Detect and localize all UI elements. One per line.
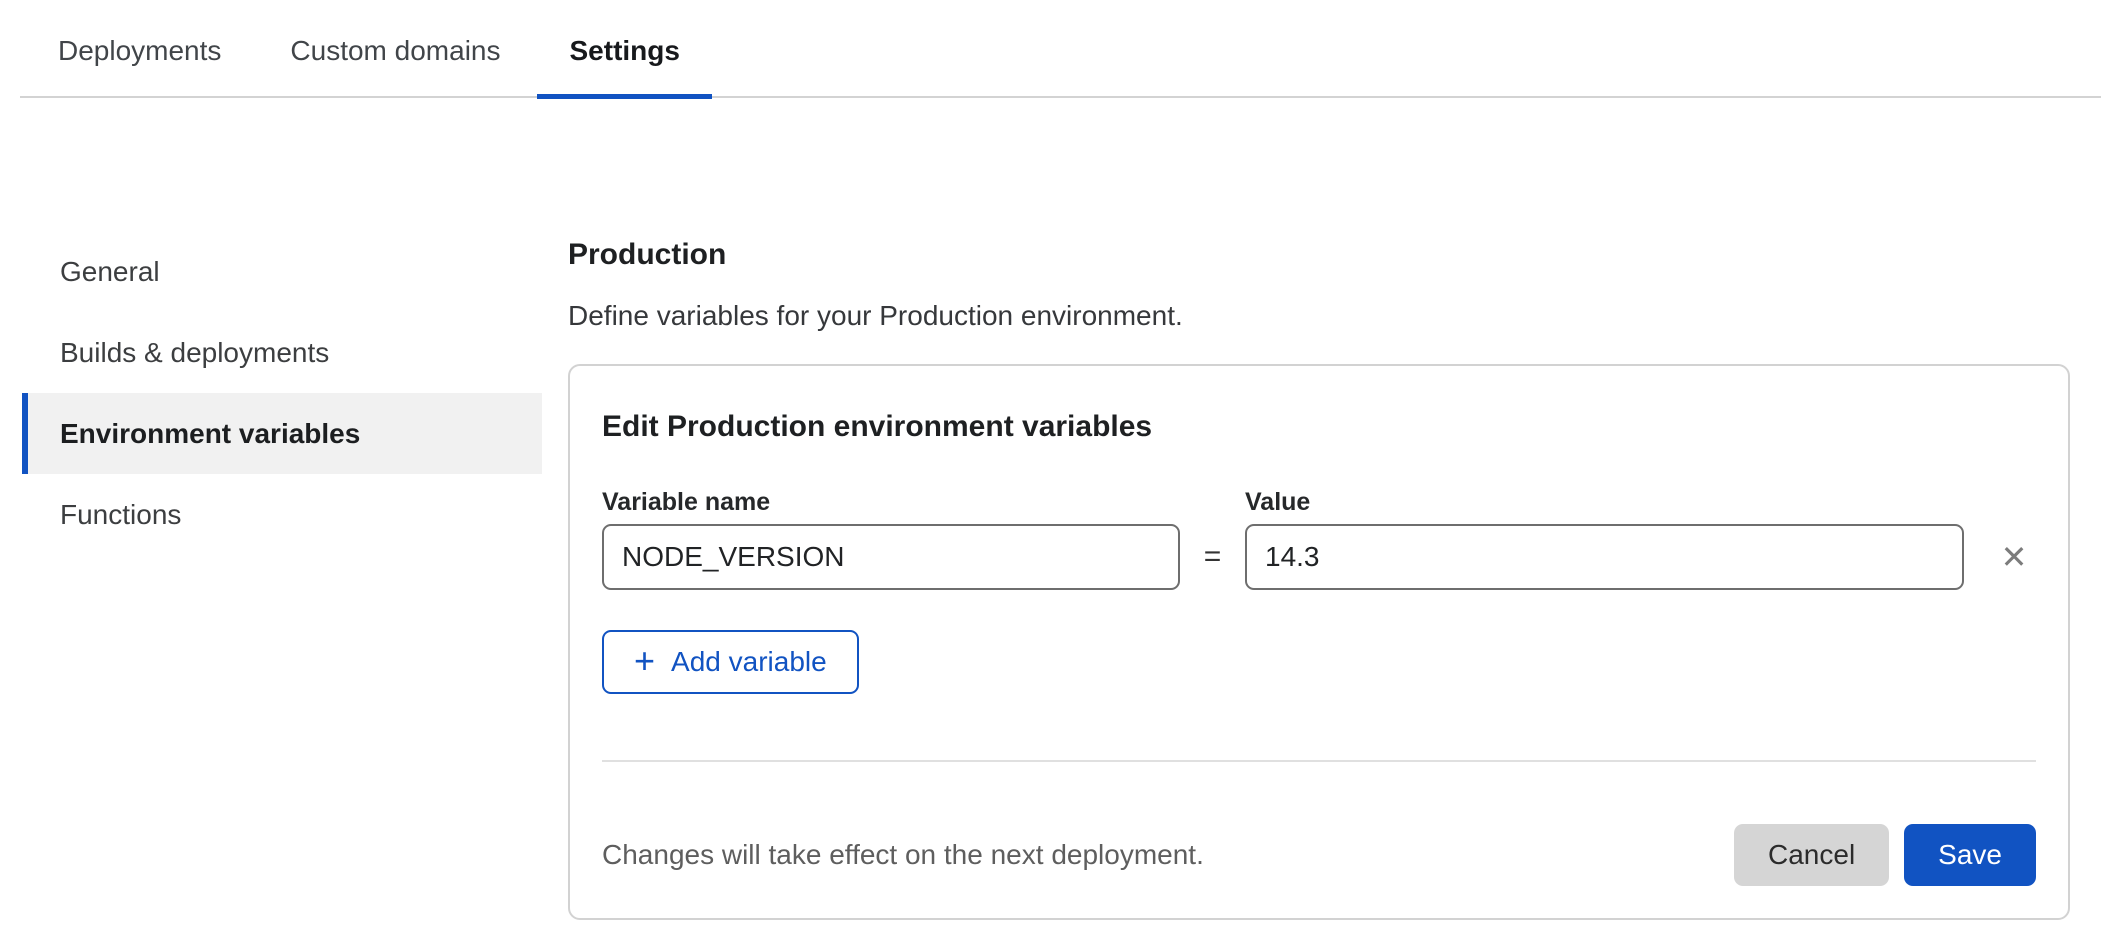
add-variable-button[interactable]: + Add variable [602, 630, 859, 694]
divider [602, 760, 2036, 762]
card-title: Edit Production environment variables [602, 408, 2036, 446]
card-footer: Changes will take effect on the next dep… [602, 824, 2036, 886]
tab-custom-domains[interactable]: Custom domains [290, 0, 500, 96]
value-field: Value [1245, 488, 1964, 590]
env-variables-card: Edit Production environment variables Va… [568, 364, 2070, 920]
sidebar-item-general[interactable]: General [22, 231, 542, 312]
section-description: Define variables for your Production env… [568, 300, 2070, 332]
tab-settings[interactable]: Settings [570, 0, 680, 96]
value-label: Value [1245, 488, 1964, 516]
sidebar-item-environment-variables[interactable]: Environment variables [22, 393, 542, 474]
sidebar-item-builds-deployments[interactable]: Builds & deployments [22, 312, 542, 393]
value-input[interactable] [1245, 524, 1964, 590]
page: Deployments Custom domains Settings Gene… [0, 0, 2121, 920]
variable-name-field: Variable name [602, 488, 1180, 590]
settings-sidebar: General Builds & deployments Environment… [22, 231, 542, 555]
close-icon: ✕ [2001, 541, 2028, 573]
footer-actions: Cancel Save [1734, 824, 2036, 886]
main-panel: Production Define variables for your Pro… [568, 98, 2070, 920]
sidebar-item-functions[interactable]: Functions [22, 474, 542, 555]
add-variable-label: Add variable [671, 646, 827, 678]
plus-icon: + [634, 643, 655, 679]
section-title: Production [568, 238, 2070, 272]
variable-name-input[interactable] [602, 524, 1180, 590]
variable-name-label: Variable name [602, 488, 1180, 516]
remove-variable-button[interactable]: ✕ [1992, 524, 2036, 590]
variable-row: Variable name = Value ✕ [602, 488, 2036, 590]
save-button[interactable]: Save [1904, 824, 2036, 886]
tab-deployments[interactable]: Deployments [58, 0, 221, 96]
settings-content: General Builds & deployments Environment… [0, 98, 2121, 920]
cancel-button[interactable]: Cancel [1734, 824, 1889, 886]
equals-sign: = [1180, 524, 1245, 590]
tab-bar: Deployments Custom domains Settings [20, 0, 2101, 98]
footer-note: Changes will take effect on the next dep… [602, 839, 1204, 871]
